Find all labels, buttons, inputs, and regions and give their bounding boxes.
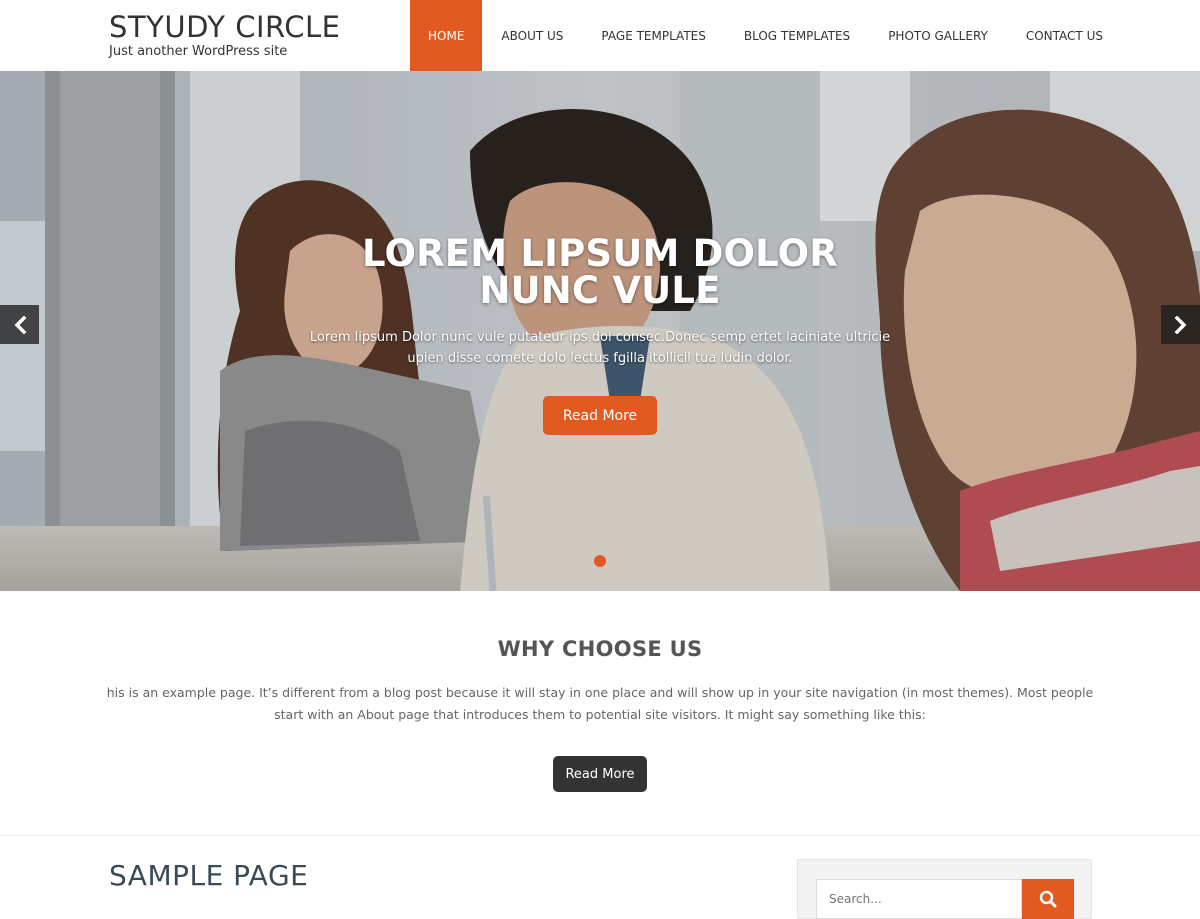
slider-prev-button[interactable] bbox=[0, 305, 39, 344]
hero-text: Lorem lipsum Dolor nunc vule putateur ip… bbox=[309, 330, 891, 366]
chevron-right-icon bbox=[1174, 315, 1186, 334]
nav-item-page-templates[interactable]: PAGE TEMPLATES bbox=[582, 0, 724, 71]
search-icon bbox=[1039, 890, 1057, 908]
content-section: SAMPLE PAGE bbox=[0, 835, 1200, 919]
why-read-more-button[interactable]: Read More bbox=[553, 756, 647, 792]
hero-read-more-button[interactable]: Read More bbox=[543, 396, 657, 435]
search-button[interactable] bbox=[1022, 879, 1074, 919]
nav-item-blog-templates[interactable]: BLOG TEMPLATES bbox=[725, 0, 869, 71]
hero-heading: LOREM LIPSUM DOLOR NUNC VULE bbox=[361, 232, 838, 312]
site-title[interactable]: STYUDY CIRCLE bbox=[109, 10, 340, 44]
why-choose-us-text: his is an example page. It’s different f… bbox=[106, 685, 1094, 722]
slider-pagination-dot[interactable] bbox=[594, 555, 606, 567]
search-input[interactable] bbox=[816, 879, 1022, 919]
nav-item-about-us[interactable]: ABOUT US bbox=[482, 0, 582, 71]
nav-item-photo-gallery[interactable]: PHOTO GALLERY bbox=[869, 0, 1007, 71]
sidebar-search-widget bbox=[797, 859, 1092, 919]
why-choose-us-title: WHY CHOOSE US bbox=[497, 637, 703, 661]
site-header: STYUDY CIRCLE Just another WordPress sit… bbox=[0, 0, 1200, 71]
chevron-left-icon bbox=[14, 315, 26, 334]
main-nav: HOME ABOUT US PAGE TEMPLATES BLOG TEMPLA… bbox=[410, 0, 1122, 71]
nav-item-contact-us[interactable]: CONTACT US bbox=[1007, 0, 1122, 71]
sample-page-title[interactable]: SAMPLE PAGE bbox=[109, 859, 308, 892]
slider-next-button[interactable] bbox=[1161, 305, 1200, 344]
site-tagline: Just another WordPress site bbox=[109, 44, 288, 59]
nav-item-home[interactable]: HOME bbox=[410, 0, 483, 71]
why-choose-us-section: WHY CHOOSE US his is an example page. It… bbox=[0, 591, 1200, 835]
hero-slider: LOREM LIPSUM DOLOR NUNC VULE Lorem lipsu… bbox=[0, 71, 1200, 591]
